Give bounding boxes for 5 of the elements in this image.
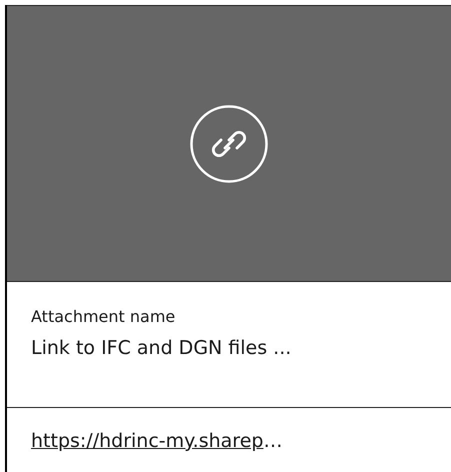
- attachment-label: Attachment name: [31, 306, 176, 328]
- url-link[interactable]: https://hdrinc-my.sharep: [31, 430, 264, 452]
- ellipsis-text: …: [263, 430, 282, 452]
- attachment-name: Link to IFC and DGN files ...: [31, 336, 292, 361]
- link-icon: [189, 104, 269, 184]
